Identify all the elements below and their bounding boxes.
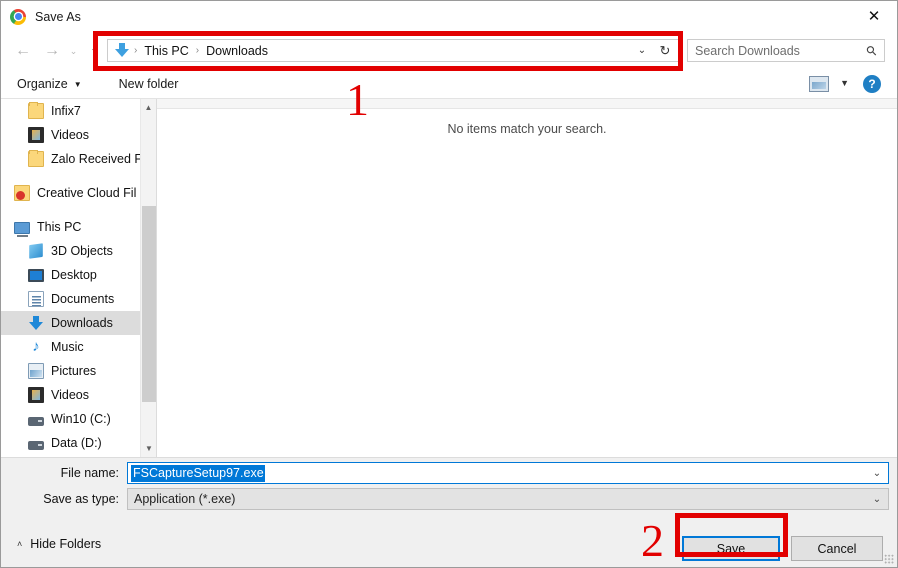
sidebar-item-videos[interactable]: Videos <box>1 123 156 147</box>
search-icon: ⚲ <box>863 41 881 59</box>
save-button[interactable]: Save <box>682 536 780 561</box>
3d-objects-icon <box>29 243 43 259</box>
breadcrumb-downloads[interactable]: Downloads <box>204 44 270 58</box>
sidebar-item-label: Desktop <box>51 268 97 282</box>
address-bar[interactable]: › This PC › Downloads ⌄ ↻ <box>107 39 679 62</box>
breadcrumb-separator: › <box>195 45 200 56</box>
chevron-down-icon[interactable]: ⌄ <box>866 489 888 509</box>
close-icon[interactable]: ✕ <box>851 1 897 31</box>
music-icon: ♪ <box>32 338 40 355</box>
chevron-down-icon[interactable]: ▼ <box>840 78 849 88</box>
dialog-footer: ˄ Hide Folders Save Cancel <box>1 519 897 567</box>
navigation-pane: Infix7 Videos Zalo Received Fi Creative Clo… <box>1 99 156 457</box>
save-as-type-value: Application (*.exe) <box>134 492 236 506</box>
file-form-area: File name: FSCaptureSetup97.exe ⌄ Save a… <box>1 457 897 519</box>
view-mode-icon[interactable] <box>809 76 829 92</box>
organize-label: Organize <box>17 77 68 91</box>
chevron-down-icon: ▼ <box>73 79 82 89</box>
help-icon[interactable]: ? <box>863 75 881 93</box>
sidebar-item-label: 3D Objects <box>51 244 113 258</box>
file-name-input[interactable]: FSCaptureSetup97.exe ⌄ <box>127 462 889 484</box>
videos-icon <box>28 127 44 143</box>
sidebar-item-infix7[interactable]: Infix7 <box>1 99 156 123</box>
sidebar-item-label: Pictures <box>51 364 97 378</box>
hide-folders-button[interactable]: ˄ Hide Folders <box>17 537 101 551</box>
folder-icon <box>28 150 44 167</box>
sidebar-item-label: Data (D:) <box>51 436 102 450</box>
file-name-label: File name: <box>60 466 119 480</box>
annotation-number-2: 2 <box>641 515 664 566</box>
sidebar-item-3d-objects[interactable]: 3D Objects <box>1 239 156 263</box>
new-folder-button[interactable]: New folder <box>119 77 179 91</box>
toolbar: Organize ▼ New folder ▼ ? <box>1 70 897 99</box>
cancel-button[interactable]: Cancel <box>791 536 883 561</box>
annotation-number-1: 1 <box>346 74 369 125</box>
forward-button[interactable]: → <box>39 38 65 64</box>
sidebar-item-desktop[interactable]: Desktop <box>1 263 156 287</box>
this-pc-icon <box>14 221 30 237</box>
sidebar-item-label: Videos <box>51 128 89 142</box>
chevron-down-icon[interactable]: ⌄ <box>632 40 652 61</box>
sidebar-item-label: Downloads <box>51 316 113 330</box>
scrollbar-thumb[interactable] <box>142 206 156 402</box>
documents-icon <box>28 291 44 307</box>
recent-locations-button[interactable]: ⌄ <box>65 38 82 64</box>
sidebar-item-creative-cloud-fil[interactable]: Creative Cloud Fil <box>1 181 156 205</box>
sidebar-item-label: Creative Cloud Fil <box>37 186 137 200</box>
chevron-up-icon: ˄ <box>17 539 23 549</box>
hide-folders-label: Hide Folders <box>30 537 102 551</box>
sidebar-item-label: Documents <box>51 292 115 306</box>
sidebar-item-downloads[interactable]: Downloads <box>1 311 156 335</box>
search-box[interactable]: ⚲ <box>687 39 885 62</box>
back-button[interactable]: ← <box>10 38 36 64</box>
search-input[interactable] <box>695 43 853 58</box>
drive-icon <box>28 440 44 450</box>
sidebar-item-label: Infix7 <box>51 104 81 118</box>
downloads-icon <box>28 315 44 331</box>
sidebar-scrollbar[interactable]: ▲ ▼ <box>140 99 156 457</box>
drive-icon <box>28 416 44 426</box>
sidebar-item-label: Music <box>51 340 84 354</box>
breadcrumb-separator: › <box>134 45 138 56</box>
scroll-down-button[interactable]: ▼ <box>141 440 157 457</box>
save-as-dialog: Save As ✕ ← → ⌄ ↑ › This PC › Downloads … <box>0 0 898 568</box>
videos-icon <box>28 387 44 403</box>
sidebar-item-this-pc[interactable]: This PC <box>1 215 156 239</box>
sidebar-item-documents[interactable]: Documents <box>1 287 156 311</box>
creative-cloud-icon <box>14 185 30 201</box>
file-name-value: FSCaptureSetup97.exe <box>131 464 265 482</box>
breadcrumb-this-pc[interactable]: This PC <box>142 44 190 58</box>
save-as-type-select[interactable]: Application (*.exe) ⌄ <box>127 488 889 510</box>
chrome-icon <box>10 8 26 25</box>
sidebar-item-win10-c[interactable]: Win10 (C:) <box>1 407 156 431</box>
sidebar-item-pictures[interactable]: Pictures <box>1 359 156 383</box>
sidebar-item-zalo-received-fi[interactable]: Zalo Received Fi <box>1 147 156 171</box>
file-list-pane[interactable]: No items match your search. <box>156 99 897 457</box>
resize-grip[interactable] <box>884 554 894 564</box>
empty-state-message: No items match your search. <box>447 122 607 136</box>
sidebar-item-music[interactable]: ♪ Music <box>1 335 156 359</box>
refresh-icon[interactable]: ↻ <box>654 40 676 61</box>
desktop-icon <box>28 269 44 282</box>
chevron-down-icon[interactable]: ⌄ <box>866 463 888 483</box>
scroll-up-button[interactable]: ▲ <box>141 99 156 116</box>
sidebar-item-label: Zalo Received Fi <box>51 152 145 166</box>
file-list-header <box>157 99 897 109</box>
sidebar-item-data-d[interactable]: Data (D:) <box>1 431 156 455</box>
organize-button[interactable]: Organize ▼ <box>17 77 82 91</box>
sidebar-item-label: This PC <box>37 220 82 234</box>
folder-icon <box>28 102 44 119</box>
title-bar: Save As ✕ <box>1 1 897 32</box>
sidebar-item-label: Videos <box>51 388 89 402</box>
sidebar-item-label: Win10 (C:) <box>51 412 111 426</box>
pictures-icon <box>28 363 44 379</box>
up-button[interactable]: ↑ <box>82 38 106 64</box>
download-arrow-icon <box>115 43 129 58</box>
sidebar-item-videos[interactable]: Videos <box>1 383 156 407</box>
window-title: Save As <box>35 9 81 24</box>
save-as-type-label: Save as type: <box>43 492 119 506</box>
